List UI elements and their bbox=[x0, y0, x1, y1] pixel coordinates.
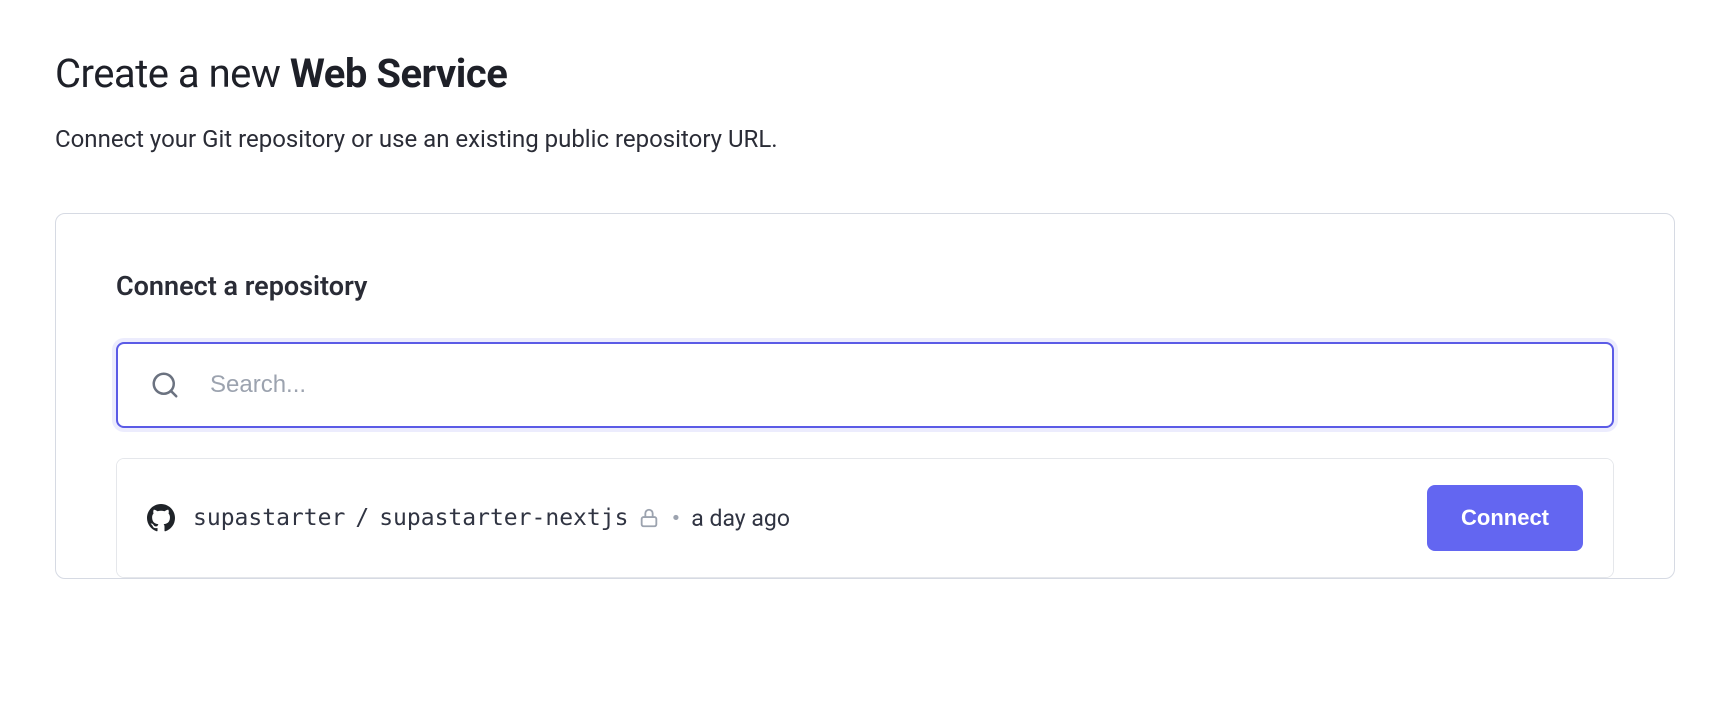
search-input[interactable] bbox=[116, 342, 1614, 428]
repo-list: supastarter / supastarter-nextjs • a day… bbox=[116, 458, 1614, 578]
card-title: Connect a repository bbox=[116, 270, 1614, 302]
search-icon bbox=[150, 370, 180, 400]
repo-name: supastarter-nextjs bbox=[379, 505, 628, 531]
repo-path: supastarter / supastarter-nextjs • a day… bbox=[193, 505, 790, 532]
connect-button[interactable]: Connect bbox=[1427, 485, 1583, 551]
page-title-prefix: Create a new bbox=[55, 50, 290, 97]
repo-updated: a day ago bbox=[691, 505, 790, 532]
lock-icon bbox=[638, 507, 660, 529]
repo-owner: supastarter bbox=[193, 505, 345, 531]
path-separator: / bbox=[355, 505, 369, 531]
page-title: Create a new Web Service bbox=[55, 50, 1675, 97]
dot-separator: • bbox=[670, 508, 681, 529]
connect-repository-card: Connect a repository supastarter / supas… bbox=[55, 213, 1675, 579]
repo-row: supastarter / supastarter-nextjs • a day… bbox=[117, 459, 1613, 577]
search-wrapper bbox=[116, 342, 1614, 428]
github-icon bbox=[147, 504, 175, 532]
repo-info: supastarter / supastarter-nextjs • a day… bbox=[147, 504, 790, 532]
page-title-bold: Web Service bbox=[290, 50, 507, 97]
page-subtitle: Connect your Git repository or use an ex… bbox=[55, 125, 1675, 153]
